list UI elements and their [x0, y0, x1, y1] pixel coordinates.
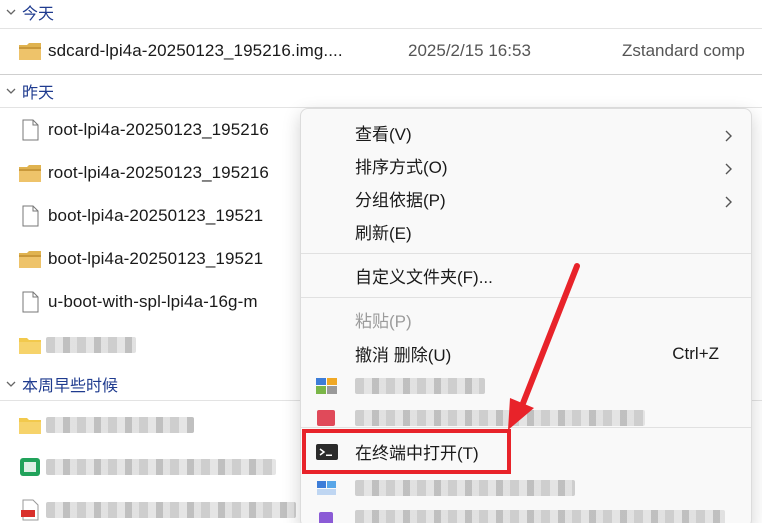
redacted-label — [355, 377, 485, 394]
divider — [0, 28, 762, 29]
app-icon — [315, 408, 339, 428]
archive-icon — [18, 248, 42, 270]
file-type: Zstandard comp — [622, 41, 745, 60]
redacted-label — [355, 479, 575, 496]
group-label: 本周早些时候 — [22, 378, 119, 395]
menu-item-label: 自定义文件夹(F)... — [355, 268, 493, 287]
chevron-right-icon — [724, 193, 733, 207]
menu-item-label: 粘贴(P) — [355, 312, 412, 331]
menu-item-refresh[interactable]: 刷新(E) — [301, 215, 751, 248]
annotation-arrow-icon — [508, 263, 580, 430]
menu-item-label: 刷新(E) — [355, 224, 412, 243]
menu-item-group[interactable]: 分组依据(P) — [301, 182, 751, 215]
group-label: 今天 — [22, 6, 55, 23]
redacted-label — [355, 509, 725, 523]
file-icon — [18, 291, 42, 313]
menu-item-label: 分组依据(P) — [355, 191, 446, 210]
spreadsheet-icon — [18, 456, 42, 478]
file-row[interactable]: sdcard-lpi4a-20250123_195216.img.... 202… — [0, 31, 762, 71]
folder-icon — [18, 334, 42, 356]
file-name: u-boot-with-spl-lpi4a-16g-m — [48, 292, 258, 311]
file-name: root-lpi4a-20250123_195216 — [48, 163, 269, 182]
archive-icon — [18, 162, 42, 184]
menu-item-label: 排序方式(O) — [355, 158, 448, 177]
app-icon — [315, 478, 339, 498]
app-icon — [315, 508, 339, 523]
shortcut-label: Ctrl+Z — [672, 343, 719, 363]
group-header-today[interactable]: 今天 — [0, 0, 54, 27]
group-header-this-week[interactable]: 本周早些时候 — [0, 369, 118, 399]
file-icon — [18, 119, 42, 141]
folder-icon — [18, 414, 42, 436]
file-name: sdcard-lpi4a-20250123_195216.img.... — [48, 41, 343, 60]
archive-icon — [18, 40, 42, 62]
file-name: boot-lpi4a-20250123_19521 — [48, 249, 264, 268]
chevron-down-icon[interactable] — [0, 7, 22, 17]
file-icon — [18, 205, 42, 227]
annotation-highlight-box — [302, 429, 511, 474]
divider — [0, 74, 762, 75]
redacted-name — [46, 337, 136, 353]
menu-item-label: 查看(V) — [355, 125, 412, 144]
redacted-name — [46, 502, 296, 518]
menu-item-label: 撤消 删除(U) — [355, 346, 452, 365]
pdf-icon — [18, 499, 42, 521]
file-date: 2025/2/15 16:53 — [408, 41, 531, 60]
menu-separator — [301, 253, 751, 254]
menu-item-redacted[interactable] — [301, 501, 751, 523]
redacted-name — [46, 459, 276, 475]
chevron-down-icon[interactable] — [0, 86, 22, 96]
group-label: 昨天 — [22, 85, 55, 102]
menu-item-redacted[interactable] — [301, 471, 751, 504]
redacted-name — [46, 417, 194, 433]
chevron-down-icon[interactable] — [0, 379, 22, 389]
menu-item-sort[interactable]: 排序方式(O) — [301, 149, 751, 182]
chevron-right-icon — [724, 160, 733, 174]
file-name: boot-lpi4a-20250123_19521 — [48, 206, 264, 225]
group-header-yesterday[interactable]: 昨天 — [0, 76, 54, 106]
chevron-right-icon — [724, 127, 733, 141]
file-name: root-lpi4a-20250123_195216 — [48, 120, 269, 139]
app-icon — [315, 376, 339, 396]
menu-item-view[interactable]: 查看(V) — [301, 116, 751, 149]
